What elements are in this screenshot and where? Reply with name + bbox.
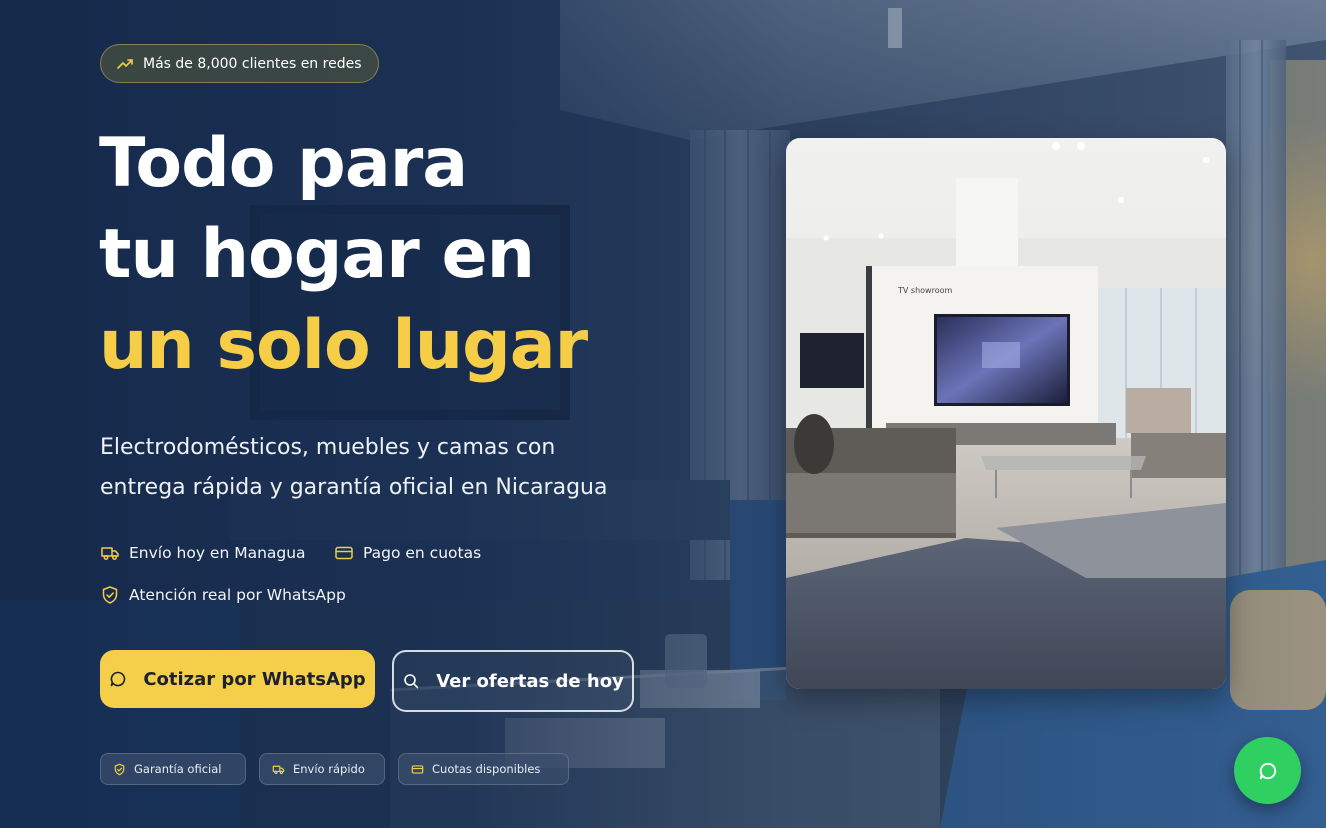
shield-check-icon [102, 586, 118, 604]
hero-subtitle: Electrodomésticos, muebles y camas con e… [100, 428, 700, 508]
whatsapp-quote-button[interactable]: Cotizar por WhatsApp [100, 650, 375, 708]
truck-icon [272, 765, 285, 774]
headline-line-2: tu hogar en [99, 215, 535, 294]
chip-installments: Cuotas disponibles [398, 753, 569, 785]
credit-card-icon [335, 546, 353, 560]
chip-label: Garantía oficial [134, 762, 222, 776]
chip-label: Envío rápido [293, 762, 365, 776]
feature-delivery: Envío hoy en Managua [100, 543, 306, 563]
credit-card-icon [411, 764, 424, 774]
headline-accent: un solo lugar [99, 306, 588, 385]
headline-line-1: Todo para [99, 124, 468, 203]
subtitle-line-2: entrega rápida y garantía oficial en Nic… [100, 475, 608, 500]
chip-warranty: Garantía oficial [100, 753, 246, 785]
whatsapp-quote-label: Cotizar por WhatsApp [143, 668, 366, 690]
badge-text: Más de 8,000 clientes en redes [143, 55, 362, 72]
search-icon [404, 674, 419, 689]
view-offers-button[interactable]: Ver ofertas de hoy [392, 650, 634, 712]
social-proof-badge: Más de 8,000 clientes en redes [100, 44, 380, 83]
feature-label: Atención real por WhatsApp [129, 586, 346, 604]
chip-label: Cuotas disponibles [432, 762, 541, 776]
feature-label: Pago en cuotas [363, 544, 482, 562]
view-offers-label: Ver ofertas de hoy [436, 670, 624, 692]
feature-whatsapp-support: Atención real por WhatsApp [100, 585, 346, 605]
chat-bubble-icon [110, 671, 126, 687]
chip-fast-delivery: Envío rápido [259, 753, 385, 785]
showroom-image: TV showroom [786, 138, 1226, 689]
showroom-sign: TV showroom [897, 286, 952, 295]
trending-up-icon [117, 58, 133, 69]
subtitle-line-1: Electrodomésticos, muebles y camas con [100, 435, 556, 460]
whatsapp-chat-icon [1259, 762, 1276, 779]
truck-icon [101, 547, 119, 560]
whatsapp-floating-button[interactable] [1234, 737, 1301, 804]
feature-installments: Pago en cuotas [334, 543, 481, 563]
hero-headline: Todo para tu hogar en un solo lugar [99, 118, 588, 391]
shield-check-icon [114, 763, 125, 775]
showroom-image-card: TV showroom [786, 138, 1226, 689]
feature-label: Envío hoy en Managua [129, 544, 306, 562]
